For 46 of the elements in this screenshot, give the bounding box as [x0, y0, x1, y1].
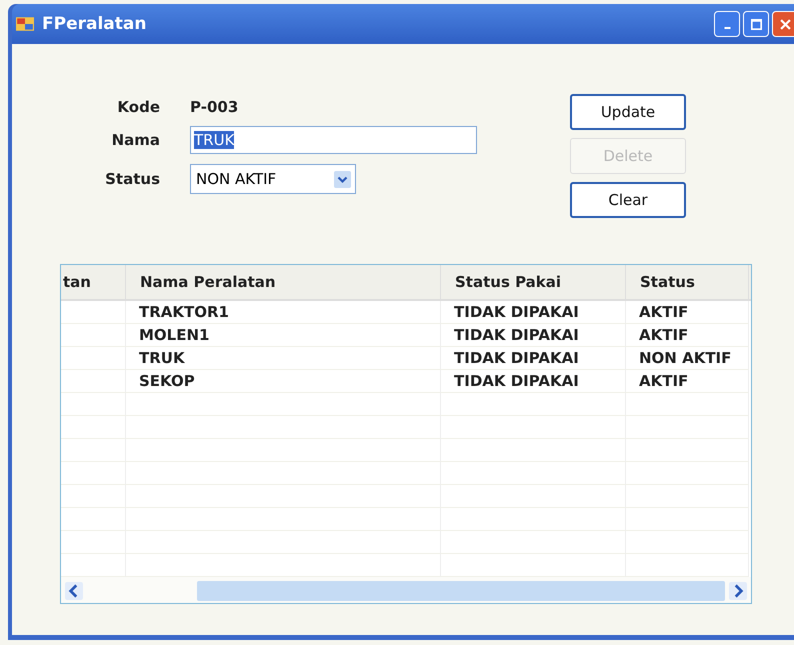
empty-cell [61, 393, 126, 416]
table-cell: TIDAK DIPAKAI [441, 324, 626, 347]
scroll-left-icon[interactable] [65, 582, 83, 600]
close-icon [780, 18, 790, 30]
close-button[interactable] [772, 11, 794, 37]
maximize-button[interactable] [743, 11, 769, 37]
empty-cell [61, 347, 126, 370]
field-label: Kode [116, 98, 160, 116]
column-header[interactable]: Nama Peralatan [126, 265, 441, 299]
empty-cell [61, 531, 126, 554]
table-cell: MOLEN1 [126, 324, 441, 347]
table-cell: AKTIF [626, 324, 749, 347]
scroll-right-icon[interactable] [729, 582, 747, 600]
action-button[interactable]: Clear [570, 182, 686, 218]
name-field[interactable]: TRUK [190, 126, 477, 154]
field-label: Status [104, 170, 160, 188]
empty-cell [61, 324, 126, 347]
table-cell: TRUK [126, 347, 441, 370]
table-cell: TIDAK DIPAKAI [441, 370, 626, 393]
table-cell: TIDAK DIPAKAI [441, 347, 626, 370]
action-button[interactable]: Update [570, 94, 686, 130]
minimize-button[interactable] [714, 11, 740, 37]
table-cell: NON AKTIF [626, 347, 749, 370]
form-icon [16, 15, 34, 33]
empty-cell [61, 508, 126, 531]
status-dropdown[interactable]: NON AKTIF [190, 164, 356, 194]
column-header[interactable]: tan [61, 265, 126, 299]
table-cell: AKTIF [626, 370, 749, 393]
maximize-icon [750, 18, 762, 30]
minimize-icon [724, 27, 730, 29]
empty-cell [61, 416, 126, 439]
empty-cell [61, 439, 126, 462]
scroll-thumb[interactable] [197, 581, 725, 601]
empty-cell [61, 485, 126, 508]
column-header[interactable]: Status [626, 265, 749, 299]
empty-cell [61, 462, 126, 485]
table-cell: TIDAK DIPAKAI [441, 301, 626, 324]
table-cell: TRAKTOR1 [126, 301, 441, 324]
table-cell: AKTIF [626, 301, 749, 324]
horizontal-scrollbar[interactable] [61, 577, 751, 603]
table-cell: SEKOP [126, 370, 441, 393]
empty-cell [61, 370, 126, 393]
column-header[interactable]: Status Pakai [441, 265, 626, 299]
window-title: FPeralatan [42, 14, 146, 34]
field-label: Nama [110, 131, 160, 149]
code-value: P-003 [190, 98, 240, 116]
